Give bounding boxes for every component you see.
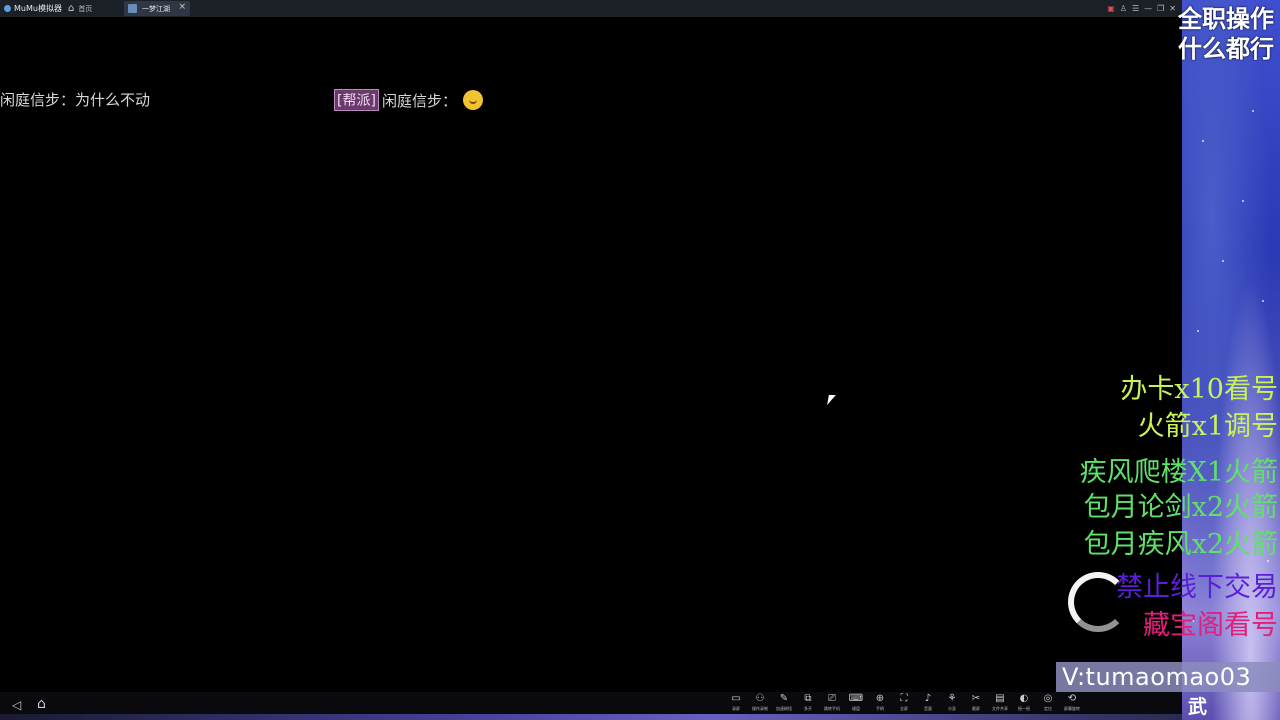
tool-icon: ⧉ — [804, 693, 812, 704]
home-icon: ⌂ — [67, 3, 75, 14]
ad-line-3: 疾风爬楼X1火箭 — [1079, 457, 1278, 488]
tool-icon: ◐ — [1019, 693, 1029, 704]
minimize-icon[interactable]: — — [1144, 4, 1152, 13]
window-controls: ▣ ♙ ☰ — ❐ ✕ — [1107, 0, 1176, 17]
ad-line-5: 包月疾风x2火箭 — [1083, 529, 1278, 560]
tool-label: 定位 — [1044, 706, 1052, 711]
tool-icon: ▭ — [731, 693, 741, 704]
ad-line-6: 禁止线下交易 — [1116, 572, 1278, 603]
ad-line-2: 火箭x1调号 — [1137, 411, 1278, 442]
ad-line-4: 包月论剑x2火箭 — [1083, 492, 1278, 523]
game-icon — [128, 4, 137, 13]
guild-channel-tag: [帮派] — [334, 89, 379, 111]
tool-label: 录屏 — [732, 706, 740, 711]
close-window-icon[interactable]: ✕ — [1169, 4, 1176, 13]
home-tab[interactable]: ⌂ 首页 — [68, 0, 92, 17]
ad-line-7: 藏宝阁看号 — [1143, 610, 1278, 641]
android-home-icon[interactable]: ⌂ — [37, 696, 46, 712]
tool-label: 键盘 — [852, 706, 860, 711]
tool-icon: ⚘ — [947, 693, 957, 704]
tool-icon: ⎚ — [828, 693, 836, 704]
tool-icon: ⛶ — [900, 693, 908, 704]
tool-icon: ⊕ — [875, 693, 885, 704]
game-tab-label: 一梦江湖 — [142, 4, 170, 13]
screen: { "titlebar": { "app_name": "MuMu模拟器", "… — [0, 0, 1280, 720]
tool-label: 摇一摇 — [1018, 706, 1030, 711]
tool-icon: ♪ — [924, 693, 932, 704]
home-tab-label: 首页 — [78, 4, 93, 13]
tool-label: 加速刷怪 — [776, 706, 792, 711]
close-tab-icon[interactable]: × — [178, 2, 186, 12]
restore-icon[interactable]: ❐ — [1157, 4, 1164, 13]
tool-label: 音量 — [924, 706, 932, 711]
tool-icon: ⟲ — [1067, 693, 1077, 704]
promo-headline: 全职操作 什么都行 — [1178, 4, 1274, 64]
tool-label: 截屏 — [972, 706, 980, 711]
promo-headline-2: 什么都行 — [1178, 35, 1274, 63]
tool-label: 分身 — [948, 706, 956, 711]
tool-label: 多开 — [804, 706, 812, 711]
ad-line-1: 办卡x10看号 — [1120, 374, 1278, 405]
bottom-strip — [0, 714, 1182, 720]
menu-icon[interactable]: ☰ — [1132, 4, 1139, 13]
notification-icon[interactable]: ▣ — [1107, 4, 1115, 13]
app-brand: MuMu模拟器 — [0, 0, 62, 17]
tool-label: 屏幕旋转 — [1064, 706, 1080, 711]
tool-label: 文件共享 — [992, 706, 1008, 711]
app-name: MuMu模拟器 — [14, 4, 62, 13]
chat-message-2-text: 闲庭信步： — [381, 91, 457, 110]
app-logo-icon — [4, 5, 11, 12]
tool-icon: ✎ — [779, 693, 789, 704]
back-icon[interactable]: ◁ — [12, 698, 21, 712]
account-icon[interactable]: ♙ — [1120, 4, 1127, 13]
contact-sub-text: 武 — [1188, 696, 1208, 718]
tool-label: 手柄 — [876, 706, 884, 711]
tool-label: 操作录制 — [752, 706, 768, 711]
title-bar: MuMu模拟器 ⌂ 首页 一梦江湖 × ▣ ♙ ☰ — ❐ ✕ — [0, 0, 1182, 17]
chat-message-1: 闲庭信步：为什么不动 — [0, 91, 151, 109]
tool-icon: ⚇ — [755, 693, 765, 704]
tool-label: 全屏 — [900, 706, 908, 711]
tool-label: 跳转手机 — [824, 706, 840, 711]
game-tab[interactable]: 一梦江湖 × — [124, 1, 190, 16]
tool-icon: ◎ — [1043, 693, 1053, 704]
chat-message-2: [帮派] 闲庭信步： — [334, 89, 483, 111]
contact-banner: V:tumaomao03 — [1056, 662, 1280, 692]
emoji-icon — [462, 90, 483, 110]
mouse-cursor-icon — [827, 395, 836, 405]
tool-icon: ✂ — [971, 693, 981, 704]
tool-icon: ⌨ — [848, 693, 864, 704]
promo-headline-1: 全职操作 — [1178, 5, 1274, 33]
tool-icon: ▤ — [995, 693, 1005, 704]
